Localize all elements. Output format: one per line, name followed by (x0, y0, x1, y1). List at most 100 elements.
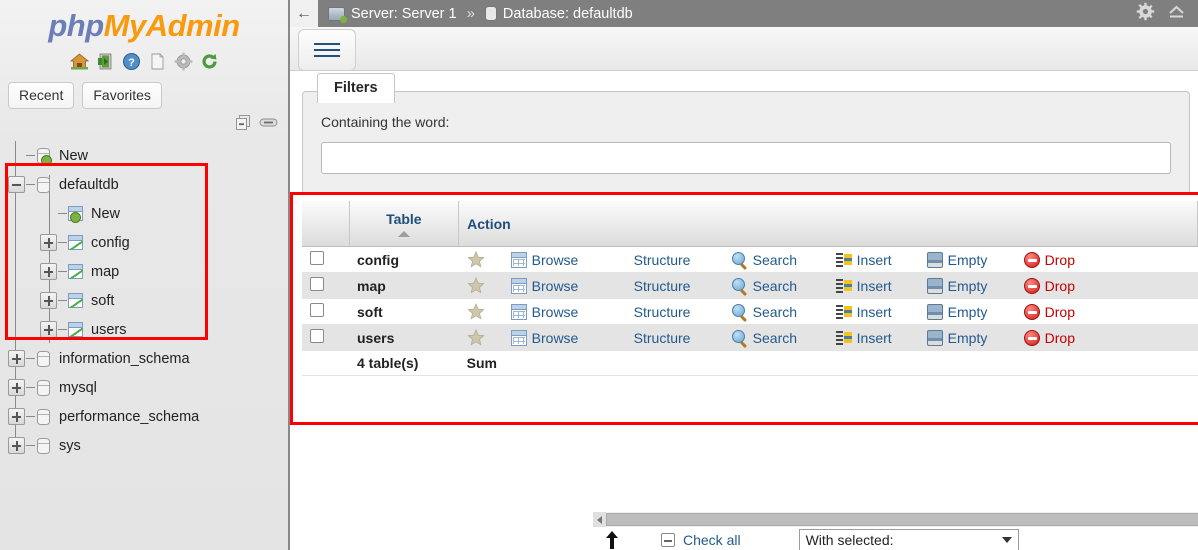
action-search-link[interactable]: Search (731, 303, 836, 320)
tree-node-defaultdb[interactable]: defaultdb (0, 170, 288, 199)
hamburger-menu-button[interactable] (298, 29, 356, 71)
tree-node-soft[interactable]: soft (0, 286, 288, 315)
action-structure-link[interactable]: Structure (613, 252, 732, 268)
database-tree: New defaultdb New config map soft users informa… (0, 141, 288, 460)
expand-icon[interactable] (8, 379, 25, 396)
action-browse-link[interactable]: Browse (510, 329, 613, 346)
docs-icon[interactable] (148, 52, 167, 71)
expand-icon[interactable] (40, 234, 57, 251)
action-drop-link[interactable]: Drop (1023, 303, 1075, 320)
table-name-cell[interactable]: users (349, 324, 459, 351)
tree-node-new[interactable]: New (0, 199, 288, 228)
expand-icon[interactable] (8, 350, 25, 367)
collapse-icon[interactable] (1167, 2, 1186, 25)
action-structure-link[interactable]: Structure (613, 330, 732, 346)
hamburger-line (314, 49, 340, 51)
action-browse-link[interactable]: Browse (510, 303, 613, 320)
collapse-icon[interactable] (8, 176, 25, 193)
breadcrumb-database[interactable]: Database: defaultdb (503, 6, 633, 22)
settings-icon[interactable] (174, 52, 193, 71)
scroll-to-top-icon[interactable] (605, 531, 619, 549)
gear-icon[interactable] (1136, 2, 1155, 25)
action-label: Structure (633, 329, 691, 346)
action-empty-link[interactable]: Empty (926, 251, 1024, 268)
empty-icon (926, 251, 943, 268)
breadcrumb-server[interactable]: Server: Server 1 (351, 6, 457, 22)
expand-icon[interactable] (40, 263, 57, 280)
collapse-all-icon[interactable] (235, 114, 252, 134)
tree-node-users[interactable]: users (0, 315, 288, 344)
filters-fieldset: Filters Containing the word: (302, 73, 1190, 195)
tree-node-mysql[interactable]: mysql (0, 373, 288, 402)
row-select-cell (302, 298, 349, 325)
row-checkbox[interactable] (310, 251, 324, 265)
row-checkbox[interactable] (310, 303, 324, 317)
action-drop-link[interactable]: Drop (1023, 277, 1075, 294)
breadcrumb: Server: Server 1 » Database: defaultdb (328, 5, 633, 23)
action-insert-link[interactable]: Insert (835, 330, 927, 346)
action-empty-link[interactable]: Empty (926, 277, 1024, 294)
favorite-star-icon[interactable] (466, 250, 485, 268)
check-all-checkbox[interactable] (661, 533, 675, 547)
summary-sum-label: Sum (458, 350, 1198, 376)
help-icon[interactable]: ? (122, 52, 141, 71)
tree-node-map[interactable]: map (0, 257, 288, 286)
action-label: Empty (947, 251, 988, 268)
expand-icon[interactable] (8, 408, 25, 425)
tree-node-config[interactable]: config (0, 228, 288, 257)
action-search-link[interactable]: Search (731, 277, 836, 294)
link-with-main-panel-icon[interactable] (259, 115, 278, 133)
tree-node-information_schema[interactable]: information_schema (0, 344, 288, 373)
with-selected-select[interactable]: With selected: (798, 529, 1019, 550)
action-insert-link[interactable]: Insert (835, 252, 927, 268)
scrollbar-thumb[interactable] (606, 513, 1198, 526)
table-name-cell[interactable]: config (349, 246, 459, 273)
table-list-footer: Check all With selected: (593, 529, 1198, 550)
tree-node-sys[interactable]: sys (0, 431, 288, 460)
table-name-cell[interactable]: map (349, 272, 459, 299)
svg-text:?: ? (128, 57, 135, 69)
action-search-link[interactable]: Search (731, 329, 836, 346)
header-table[interactable]: Table (349, 201, 460, 247)
action-structure-link[interactable]: Structure (613, 304, 732, 320)
action-browse-link[interactable]: Browse (510, 277, 613, 294)
row-checkbox[interactable] (310, 329, 324, 343)
favorite-star-icon[interactable] (466, 328, 485, 346)
action-insert-link[interactable]: Insert (835, 304, 927, 320)
expand-icon[interactable] (40, 321, 57, 338)
action-empty-link[interactable]: Empty (926, 303, 1024, 320)
horizontal-scrollbar[interactable] (593, 512, 1198, 527)
action-search-link[interactable]: Search (731, 251, 836, 268)
favorite-star-icon[interactable] (466, 276, 485, 294)
home-icon[interactable] (69, 52, 89, 71)
logout-icon[interactable] (96, 52, 115, 71)
tree-node-new[interactable]: New (0, 141, 288, 170)
tree-connector-dash (26, 358, 35, 359)
favorite-star-icon[interactable] (466, 302, 485, 320)
phpmyadmin-logo[interactable]: phpMyAdmin (0, 0, 288, 44)
tree-controls (0, 109, 288, 133)
structure-icon (613, 330, 629, 346)
action-browse-link[interactable]: Browse (510, 251, 613, 268)
expand-icon[interactable] (8, 437, 25, 454)
action-empty-link[interactable]: Empty (926, 329, 1024, 346)
search-icon (731, 277, 748, 294)
action-drop-link[interactable]: Drop (1023, 251, 1075, 268)
row-checkbox[interactable] (310, 277, 324, 291)
tree-node-performance_schema[interactable]: performance_schema (0, 402, 288, 431)
back-button[interactable]: ← (290, 0, 318, 27)
containing-word-input[interactable] (321, 142, 1171, 174)
table-name-cell[interactable]: soft (349, 298, 459, 325)
action-drop-link[interactable]: Drop (1023, 329, 1075, 346)
check-all-label[interactable]: Check all (683, 532, 741, 548)
filters-legend: Filters (317, 73, 395, 103)
scroll-left-button[interactable] (593, 512, 606, 527)
action-insert-link[interactable]: Insert (835, 278, 927, 294)
action-label: Structure (633, 303, 691, 320)
expand-icon[interactable] (40, 292, 57, 309)
tab-favorites[interactable]: Favorites (82, 82, 162, 109)
empty-icon (926, 329, 943, 346)
action-structure-link[interactable]: Structure (613, 278, 732, 294)
reload-icon[interactable] (200, 52, 219, 71)
tab-recent[interactable]: Recent (8, 82, 75, 109)
